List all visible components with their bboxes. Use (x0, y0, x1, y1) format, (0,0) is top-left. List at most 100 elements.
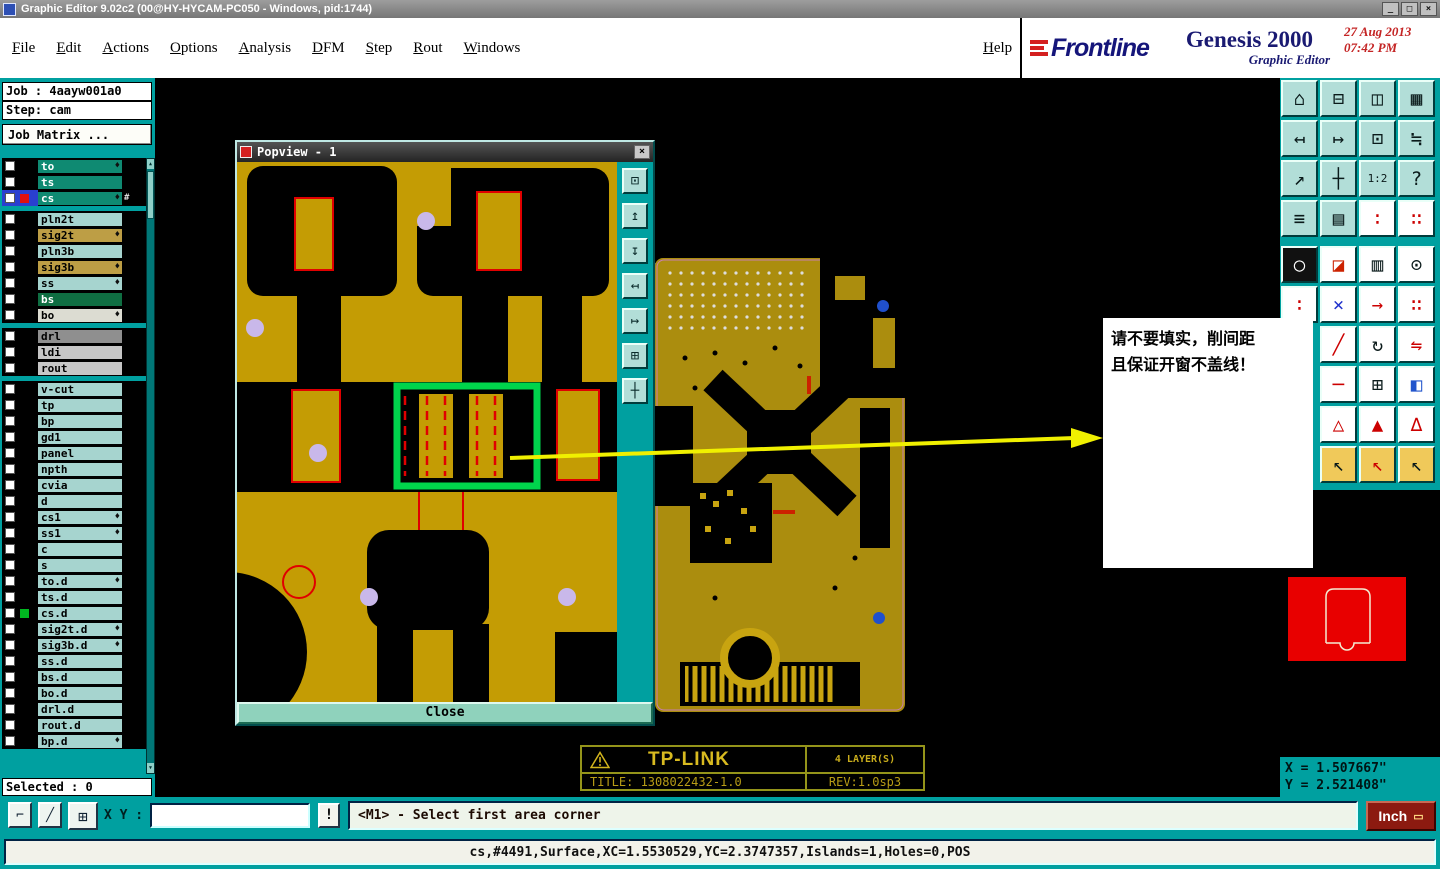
layer-checkbox-drl[interactable] (5, 331, 15, 341)
layer-checkbox-c[interactable] (5, 544, 15, 554)
toolbar-fit-window-button[interactable]: ⊟ (1320, 80, 1357, 117)
toolbar-pad-round-dark-button[interactable]: ○ (1281, 246, 1318, 283)
layer-color-chip-drl[interactable] (20, 332, 29, 341)
menu-item-analysis[interactable]: Analysis (239, 40, 292, 57)
layer-name-gd1[interactable]: gd1 (38, 430, 122, 444)
layer-checkbox-pln3b[interactable] (5, 246, 15, 256)
toolbar-triangle-add-button[interactable]: ∆ (1398, 406, 1435, 443)
toolbar-ruler-measure-button[interactable]: ▥ (1359, 246, 1396, 283)
toolbar-duplicate-points-button[interactable]: ∷ (1398, 286, 1435, 323)
toolbar-help-tool-button[interactable]: ? (1398, 160, 1435, 197)
layer-color-chip-sig2t[interactable] (20, 231, 29, 240)
layer-name-ss.d[interactable]: ss.d (38, 654, 122, 668)
layer-checkbox-d[interactable] (5, 496, 15, 506)
layer-name-cs.d[interactable]: cs.d (38, 606, 122, 620)
pcb-board-view[interactable] (655, 258, 905, 712)
layer-color-chip-d[interactable] (20, 497, 29, 506)
layer-color-chip-ss1[interactable] (20, 529, 29, 538)
toolbar-triangle-outline-button[interactable]: △ (1320, 406, 1357, 443)
layer-name-sig2t.d[interactable]: sig2t.d ♦ (38, 622, 122, 636)
popview-pan-left-button[interactable]: ↤ (622, 273, 648, 299)
layer-color-chip-bo.d[interactable] (20, 689, 29, 698)
toolbar-select-cursor-dots-button[interactable]: ↖ (1398, 446, 1435, 483)
layer-color-chip-s[interactable] (20, 561, 29, 570)
layer-color-chip-ldi[interactable] (20, 348, 29, 357)
toolbar-delete-x-button[interactable]: × (1320, 286, 1357, 323)
layer-checkbox-to.d[interactable] (5, 576, 15, 586)
layer-checkbox-sig2t.d[interactable] (5, 624, 15, 634)
scrollbar-thumb[interactable] (147, 171, 154, 219)
layer-color-chip-npth[interactable] (20, 465, 29, 474)
layer-checkbox-cs[interactable] (5, 193, 15, 203)
layer-color-chip-rout.d[interactable] (20, 721, 29, 730)
toolbar-move-point-button[interactable]: → (1359, 286, 1396, 323)
menu-item-help[interactable]: Help (983, 40, 1012, 57)
toolbar-pan-screen-left-button[interactable]: ↤ (1281, 120, 1318, 157)
units-toggle-button[interactable]: Inch ▭ (1366, 801, 1436, 831)
layer-color-chip-to[interactable] (20, 162, 29, 171)
layer-checkbox-tp[interactable] (5, 400, 15, 410)
popview-zoom-fit-button[interactable]: ⊞ (622, 343, 648, 369)
layer-checkbox-sig3b.d[interactable] (5, 640, 15, 650)
layer-color-chip-bp[interactable] (20, 417, 29, 426)
grid-snap-button[interactable]: ⊞ (68, 802, 98, 830)
layer-name-to[interactable]: to ♦ (38, 159, 122, 173)
toolbar-origin-cross-button[interactable]: ⊞ (1359, 366, 1396, 403)
toolbar-match-view-button[interactable]: ≒ (1398, 120, 1435, 157)
layer-checkbox-to[interactable] (5, 161, 15, 171)
toolbar-home-view-button[interactable]: ⌂ (1281, 80, 1318, 117)
layer-name-npth[interactable]: npth (38, 462, 122, 476)
layer-checkbox-bo[interactable] (5, 310, 15, 320)
layer-checkbox-panel[interactable] (5, 448, 15, 458)
layer-color-chip-sig2t.d[interactable] (20, 625, 29, 634)
slope-mode-button[interactable]: ╱ (38, 802, 62, 828)
layer-name-tp[interactable]: tp (38, 398, 122, 412)
layer-checkbox-ts[interactable] (5, 177, 15, 187)
toolbar-rotate-button[interactable]: ↻ (1359, 326, 1396, 363)
menu-item-options[interactable]: Options (170, 40, 218, 57)
layer-name-cs[interactable]: cs ♦ (38, 191, 122, 205)
layer-name-rout[interactable]: rout (38, 361, 122, 375)
close-button[interactable]: × (1420, 2, 1437, 16)
layer-name-rout.d[interactable]: rout.d (38, 718, 122, 732)
toolbar-flip-mirror-button[interactable]: ⇋ (1398, 326, 1435, 363)
layer-color-chip-ss.d[interactable] (20, 657, 29, 666)
toolbar-move-view-button[interactable]: ┼ (1320, 160, 1357, 197)
layer-name-d[interactable]: d (38, 494, 122, 508)
layer-checkbox-bs.d[interactable] (5, 672, 15, 682)
popview-pan-right-button[interactable]: ↦ (622, 308, 648, 334)
menu-item-edit[interactable]: Edit (56, 40, 81, 57)
popview-titlebar[interactable]: Popview - 1 × (237, 142, 653, 162)
popview-pcb-view[interactable] (237, 162, 617, 702)
layer-name-pln2t[interactable]: pln2t (38, 212, 122, 226)
layer-checkbox-ss.d[interactable] (5, 656, 15, 666)
popview-pan-down-button[interactable]: ↧ (622, 238, 648, 264)
layer-color-chip-v-cut[interactable] (20, 385, 29, 394)
layer-name-panel[interactable]: panel (38, 446, 122, 460)
menu-item-dfm[interactable]: DFM (312, 40, 345, 57)
toolbar-layer-stack-button[interactable]: ≡ (1281, 200, 1318, 237)
layer-checkbox-s[interactable] (5, 560, 15, 570)
layer-color-chip-bs[interactable] (20, 295, 29, 304)
layer-name-ss1[interactable]: ss1 ♦ (38, 526, 122, 540)
layer-color-chip-sig3b.d[interactable] (20, 641, 29, 650)
layer-checkbox-rout.d[interactable] (5, 720, 15, 730)
popview-close-icon[interactable]: × (634, 145, 650, 159)
layer-name-to.d[interactable]: to.d ♦ (38, 574, 122, 588)
layer-name-bo.d[interactable]: bo.d (38, 686, 122, 700)
layer-checkbox-ldi[interactable] (5, 347, 15, 357)
layer-name-c[interactable]: c (38, 542, 122, 556)
layer-color-chip-cs1[interactable] (20, 513, 29, 522)
layer-checkbox-sig2t[interactable] (5, 230, 15, 240)
toolbar-layer-swap-button[interactable]: ◧ (1398, 366, 1435, 403)
layer-checkbox-npth[interactable] (5, 464, 15, 474)
alert-button[interactable]: ! (318, 803, 340, 828)
toolbar-triangle-filled-button[interactable]: ▲ (1359, 406, 1396, 443)
layer-color-chip-cs.d[interactable] (20, 608, 29, 618)
maximize-button[interactable]: □ (1401, 2, 1418, 16)
layer-list-scrollbar[interactable]: ▲ ▼ (146, 158, 155, 774)
menu-item-step[interactable]: Step (366, 40, 393, 57)
layer-checkbox-gd1[interactable] (5, 432, 15, 442)
layer-name-sig3b.d[interactable]: sig3b.d ♦ (38, 638, 122, 652)
layer-checkbox-pln2t[interactable] (5, 214, 15, 224)
